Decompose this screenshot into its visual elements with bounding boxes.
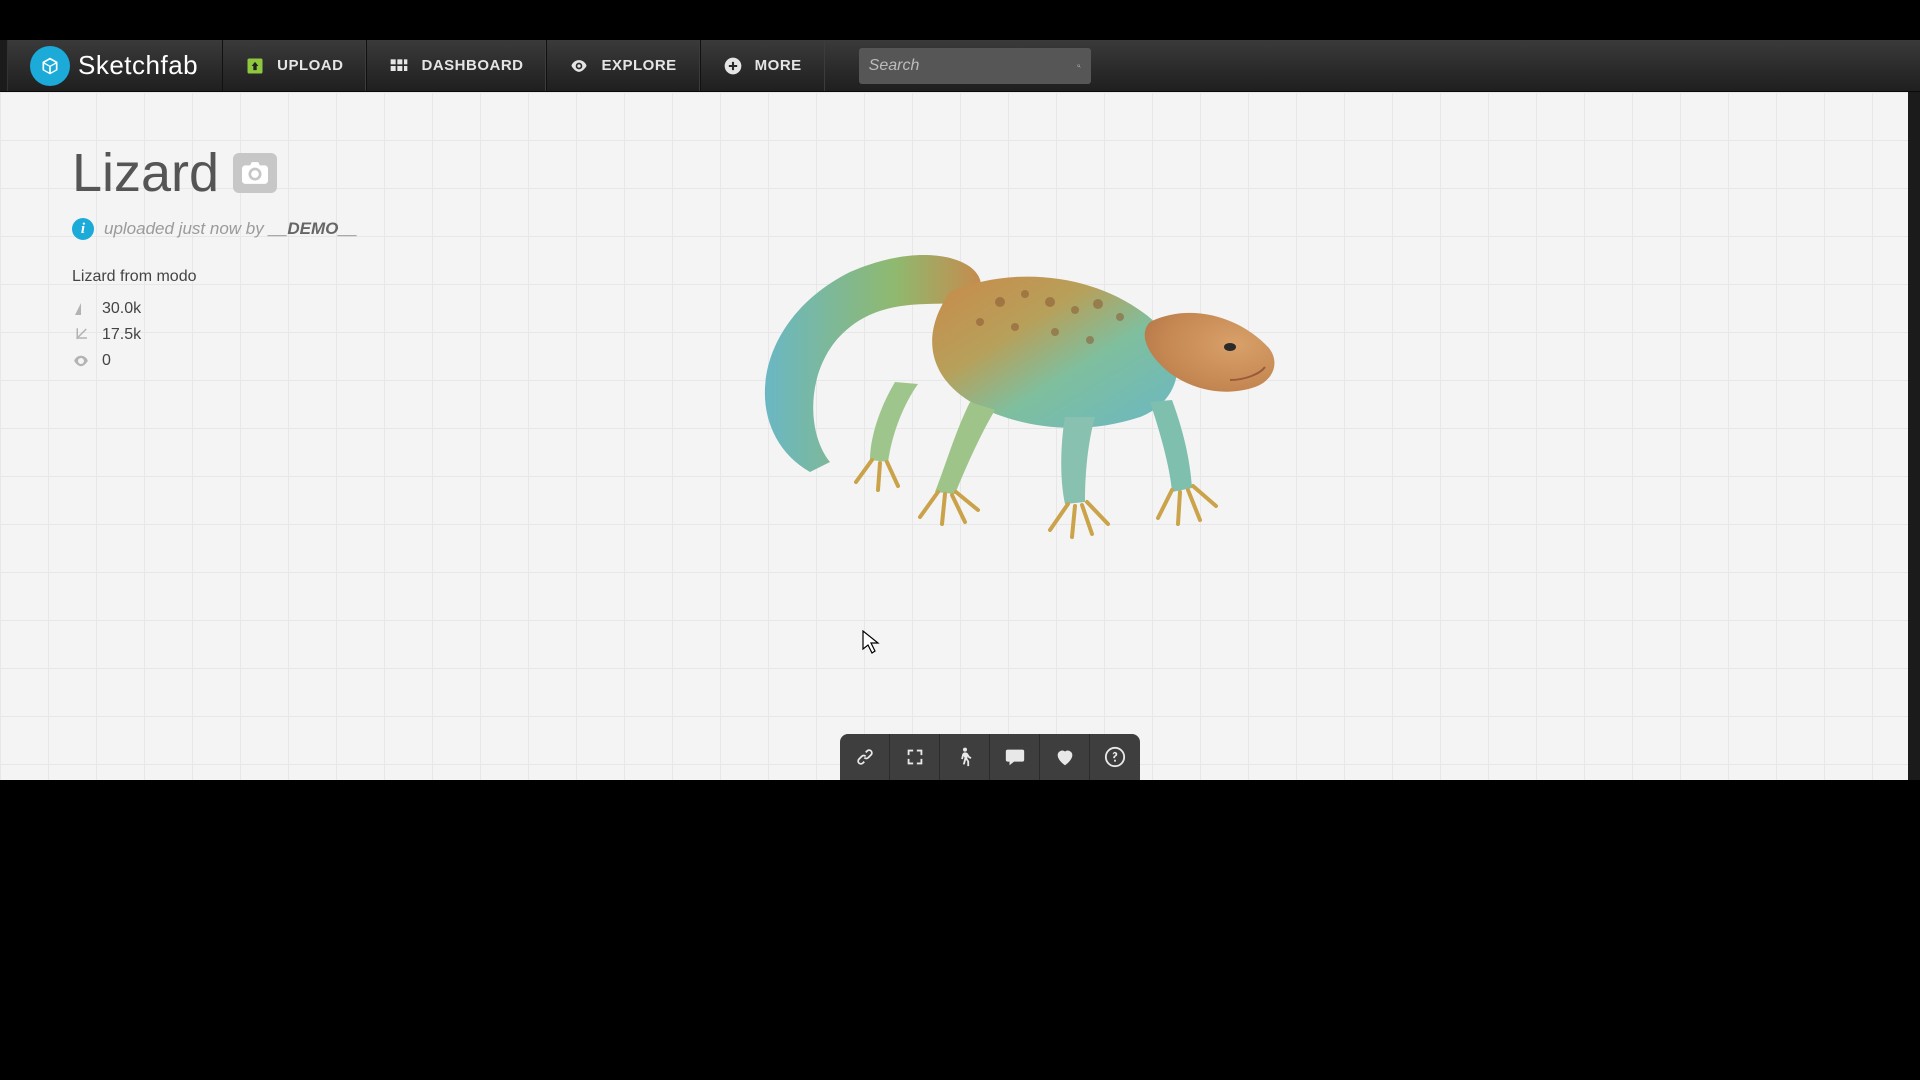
help-icon	[1104, 746, 1126, 768]
byline-prefix: uploaded just now by	[104, 219, 268, 238]
triangles-icon	[72, 300, 90, 318]
model-title: Lizard	[72, 142, 219, 204]
upload-icon	[245, 56, 265, 76]
model-stats: 30.0k 17.5k 0	[72, 296, 357, 374]
author-link[interactable]: __DEMO__	[268, 219, 357, 238]
nav-explore[interactable]: EXPLORE	[546, 40, 699, 91]
link-icon	[854, 746, 876, 768]
nav-more-label: MORE	[755, 57, 802, 74]
explore-icon	[569, 56, 589, 76]
vertices-icon	[72, 326, 90, 344]
cursor-icon	[862, 630, 880, 654]
comment-icon	[1004, 746, 1026, 768]
sidebar-handle[interactable]	[0, 40, 8, 91]
byline-text: uploaded just now by __DEMO__	[104, 219, 357, 239]
views-icon	[72, 352, 90, 370]
search-input[interactable]	[869, 57, 1077, 75]
viewer-area[interactable]: Lizard i uploaded just now by __DEMO__ L…	[0, 92, 1920, 780]
walk-icon	[954, 746, 976, 768]
like-button[interactable]	[1040, 734, 1090, 780]
scrollbar[interactable]	[1908, 92, 1920, 780]
heart-icon	[1054, 746, 1076, 768]
help-button[interactable]	[1090, 734, 1140, 780]
model-meta: Lizard i uploaded just now by __DEMO__ L…	[72, 142, 357, 374]
nav-explore-label: EXPLORE	[601, 57, 676, 74]
nav-upload[interactable]: UPLOAD	[222, 40, 366, 91]
dashboard-icon	[389, 56, 409, 76]
brand-logo[interactable]: Sketchfab	[8, 40, 222, 91]
stat-views: 0	[102, 348, 111, 374]
info-icon[interactable]: i	[72, 218, 94, 240]
stat-vertices: 17.5k	[102, 322, 141, 348]
model-render[interactable]	[720, 232, 1280, 552]
nav-dashboard-label: DASHBOARD	[421, 57, 523, 74]
nav-more[interactable]: MORE	[700, 40, 825, 91]
comments-button[interactable]	[990, 734, 1040, 780]
nav-upload-label: UPLOAD	[277, 57, 343, 74]
fullscreen-icon	[904, 746, 926, 768]
more-icon	[723, 56, 743, 76]
cube-icon	[30, 46, 70, 86]
top-navigation: Sketchfab UPLOAD DASHBOARD EXPLORE MORE	[0, 40, 1920, 92]
search-icon[interactable]	[1077, 56, 1081, 76]
search-box[interactable]	[859, 48, 1091, 84]
brand-name: Sketchfab	[78, 50, 198, 81]
viewer-toolbar	[840, 734, 1140, 780]
fullscreen-button[interactable]	[890, 734, 940, 780]
share-link-button[interactable]	[840, 734, 890, 780]
model-description: Lizard from modo	[72, 268, 357, 286]
nav-dashboard[interactable]: DASHBOARD	[366, 40, 546, 91]
snapshot-button[interactable]	[233, 153, 277, 193]
stat-triangles: 30.0k	[102, 296, 141, 322]
camera-icon	[242, 162, 268, 184]
first-person-button[interactable]	[940, 734, 990, 780]
